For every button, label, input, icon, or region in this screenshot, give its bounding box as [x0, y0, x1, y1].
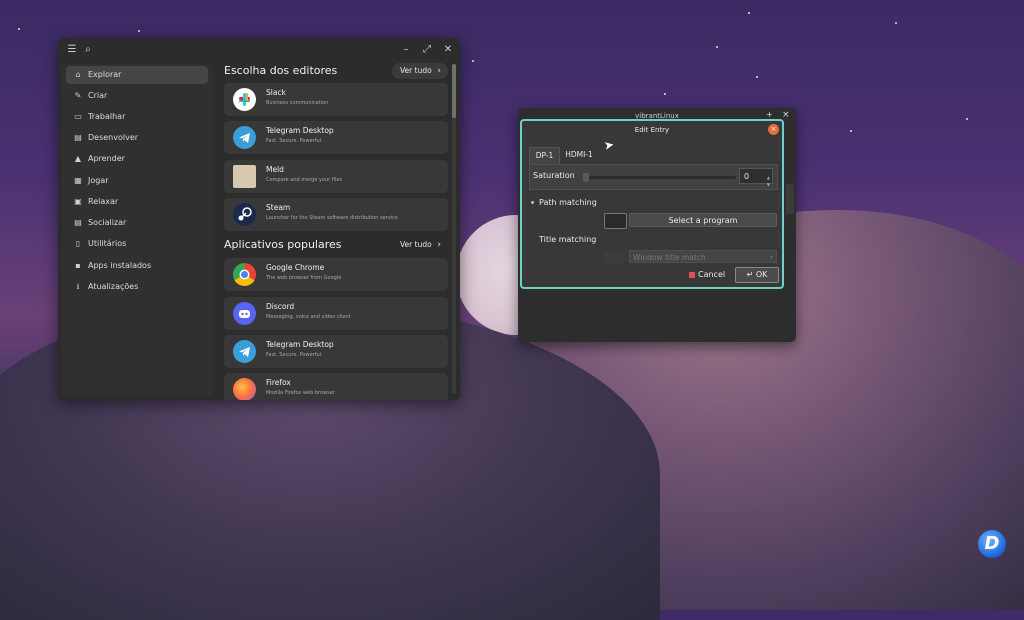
spin-down-icon[interactable]: ▼	[767, 177, 770, 193]
saturation-slider-handle[interactable]	[583, 173, 589, 182]
cancel-icon	[689, 271, 695, 278]
sidebar-item-desenvolver[interactable]: ▤ Desenvolver	[66, 129, 208, 147]
chrome-icon	[233, 263, 256, 286]
sidebar-item-socializar[interactable]: ▤ Socializar	[66, 214, 208, 232]
app-card-telegram-2[interactable]: Telegram Desktop Fast. Secure. Powerful.	[224, 335, 448, 368]
cancel-button[interactable]: Cancel	[689, 268, 732, 282]
discord-icon	[233, 302, 256, 325]
chevron-down-icon: ▾	[769, 254, 773, 261]
software-header: ☰ ⌕ – ⤢ ✕	[58, 38, 460, 62]
develop-icon: ▤	[74, 133, 82, 142]
software-main: Escolha dos editores Ver tudo › Slack Bu…	[218, 62, 454, 400]
telegram-icon	[233, 340, 256, 363]
sidebar: ⌂ Explorar ✎ Criar ▭ Trabalhar ▤ Desenvo…	[62, 64, 212, 396]
sidebar-item-jogar[interactable]: ▦ Jogar	[66, 172, 208, 190]
path-matching-radio[interactable]	[531, 201, 534, 204]
sidebar-item-aprender[interactable]: ▲ Aprender	[66, 150, 208, 168]
saturation-label: Saturation	[533, 171, 575, 180]
telegram-icon	[233, 126, 256, 149]
sidebar-item-apps-instalados[interactable]: ▪ Apps instalados	[66, 257, 208, 275]
popular-section-title: Aplicativos populares	[224, 238, 342, 251]
sidebar-item-utilitarios[interactable]: ▯ Utilitários	[66, 235, 208, 253]
title-matching-checkbox[interactable]	[604, 251, 625, 263]
work-icon: ▭	[74, 112, 82, 121]
add-icon[interactable]: +	[766, 110, 773, 119]
updates-icon: ⭳	[76, 282, 80, 291]
learn-icon: ▲	[74, 154, 82, 163]
edit-button[interactable]	[786, 184, 794, 214]
social-icon: ▤	[74, 218, 82, 227]
mouse-cursor-icon: ➤	[602, 137, 616, 153]
tab-hdmi-1[interactable]: HDMI-1	[560, 147, 598, 163]
installed-icon: ▪	[75, 261, 81, 270]
software-window: ☰ ⌕ – ⤢ ✕ ⌂ Explorar ✎ Criar ▭ Trabalhar…	[58, 38, 460, 400]
app-card-firefox[interactable]: Firefox Mozilla Firefox web browser	[224, 373, 448, 400]
popular-see-all-button[interactable]: Ver tudo ›	[392, 237, 448, 253]
menu-icon[interactable]: ☰	[64, 42, 80, 58]
relax-icon: ▣	[74, 197, 82, 206]
editors-section-title: Escolha dos editores	[224, 64, 338, 77]
app-card-telegram[interactable]: Telegram Desktop Fast. Secure. Powerful.	[224, 121, 448, 154]
close-icon[interactable]: ×	[768, 124, 779, 135]
sidebar-item-trabalhar[interactable]: ▭ Trabalhar	[66, 108, 208, 126]
meld-icon	[233, 165, 256, 188]
game-icon: ▦	[74, 176, 82, 185]
close-icon[interactable]: ✕	[440, 42, 456, 58]
chevron-right-icon: ›	[437, 240, 441, 250]
steam-icon	[233, 203, 256, 226]
home-icon: ⌂	[75, 70, 81, 79]
app-card-slack[interactable]: Slack Business communication	[224, 83, 448, 116]
chevron-right-icon: ›	[437, 66, 441, 76]
sidebar-item-relaxar[interactable]: ▣ Relaxar	[66, 193, 208, 211]
edit-entry-dialog: Edit Entry × DP-1 HDMI-1 Saturation 0 ▲ …	[520, 119, 784, 289]
ok-button[interactable]: ↵ OK	[735, 267, 779, 283]
app-card-chrome[interactable]: Google Chrome The web browser from Googl…	[224, 258, 448, 291]
sidebar-item-criar[interactable]: ✎ Criar	[66, 87, 208, 105]
minimize-icon[interactable]: –	[398, 42, 414, 58]
scrollbar-thumb[interactable]	[452, 64, 456, 118]
create-icon: ✎	[74, 91, 82, 100]
editors-see-all-button[interactable]: Ver tudo ›	[392, 63, 448, 79]
maximize-icon[interactable]: ⤢	[419, 42, 435, 58]
search-icon[interactable]: ⌕	[80, 42, 96, 58]
ok-icon: ↵	[746, 270, 756, 279]
app-card-steam[interactable]: Steam Launcher for the Steam software di…	[224, 198, 448, 231]
close-icon[interactable]: ×	[782, 110, 790, 120]
path-matching-checkbox[interactable]	[604, 213, 627, 229]
sidebar-item-atualizacoes[interactable]: ⭳ Atualizações	[66, 278, 208, 296]
saturation-slider[interactable]	[586, 176, 736, 179]
app-card-discord[interactable]: Discord Messaging, voice and video clien…	[224, 297, 448, 330]
path-matching-label: Path matching	[539, 198, 597, 207]
window-title-match-input[interactable]: Window title match ▾	[629, 250, 777, 263]
diolinux-logo-icon: D	[978, 530, 1006, 558]
sidebar-item-explorar[interactable]: ⌂ Explorar	[66, 66, 208, 84]
title-matching-label: Title matching	[539, 235, 597, 244]
tab-dp-1[interactable]: DP-1	[529, 147, 560, 164]
dialog-title: Edit Entry	[634, 126, 670, 134]
firefox-icon	[233, 378, 256, 400]
app-card-meld[interactable]: Meld Compare and merge your files	[224, 160, 448, 193]
saturation-spinbox[interactable]: 0 ▲ ▼	[739, 168, 773, 187]
utilities-icon: ▯	[75, 239, 81, 248]
select-program-button[interactable]: Select a program	[629, 213, 777, 227]
slack-icon	[233, 88, 256, 111]
